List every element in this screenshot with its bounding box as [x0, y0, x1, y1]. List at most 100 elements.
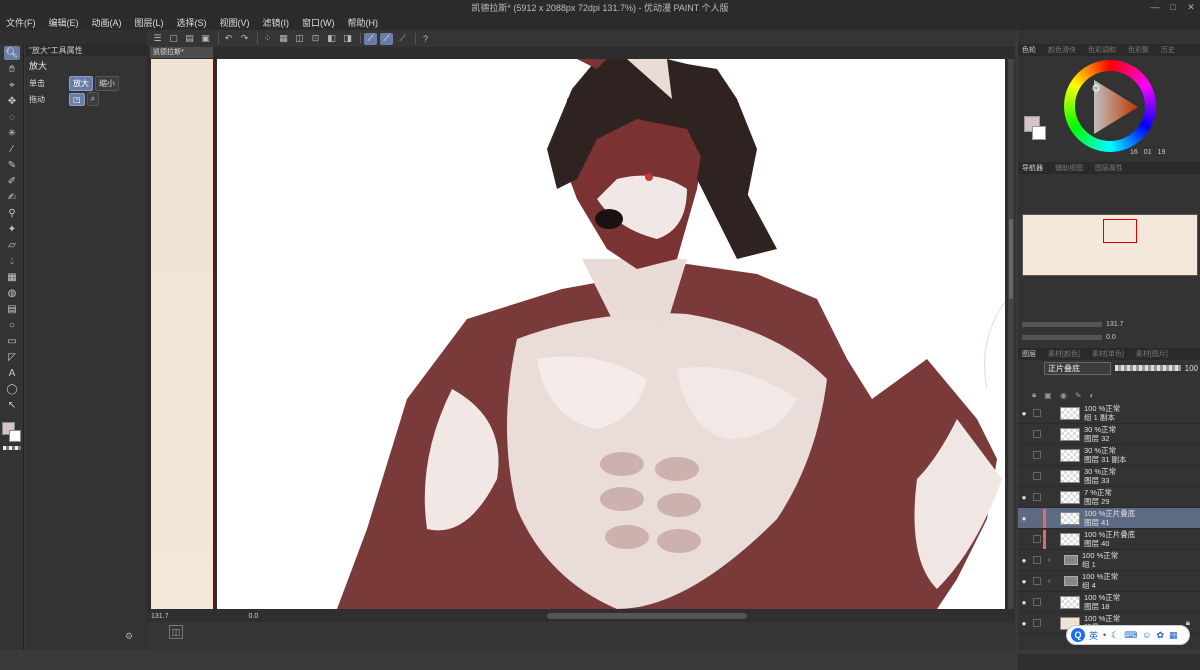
draft-icon[interactable]: ✎ [1075, 391, 1082, 400]
horizontal-scrollbar[interactable] [547, 613, 747, 619]
menu-filter[interactable]: 滤镜(I) [263, 16, 290, 29]
reverse-icon[interactable]: ◨ [341, 33, 354, 45]
navigator-view-box[interactable] [1103, 219, 1137, 243]
airbrush-icon[interactable]: ⚲ [4, 206, 20, 220]
visibility-eye-icon[interactable]: ● [1018, 556, 1030, 565]
tab-navigator[interactable]: 导航器 [1022, 163, 1043, 173]
ime-keyboard-icon[interactable]: ⌨ [1124, 630, 1137, 641]
layer-row[interactable]: 30 %正常 图层 33 [1018, 466, 1200, 487]
sub-color-swatch[interactable] [9, 430, 21, 442]
mask-icon[interactable]: ◐ [1090, 391, 1095, 400]
expand-folder-icon[interactable]: › [1048, 557, 1056, 564]
maximize-button[interactable]: □ [1164, 0, 1182, 14]
tool-property-tab[interactable]: "放大"工具属性 [25, 44, 147, 56]
ruler-tool-icon[interactable]: ◸ [4, 350, 20, 364]
document-tab[interactable]: 凯德拉斯* [150, 47, 213, 58]
transparent-swatch[interactable] [3, 446, 21, 450]
reference-icon[interactable]: ◉ [1060, 391, 1067, 400]
clear-icon[interactable]: ▦ [277, 33, 290, 45]
zoom-out-button[interactable]: 缩小 [95, 75, 119, 91]
deselect-icon[interactable]: ⁘ [261, 33, 274, 45]
frame-tool-icon[interactable]: ▭ [4, 334, 20, 348]
layer-folder-row[interactable]: ● › 100 %正常组 4 [1018, 571, 1200, 592]
rotation-readout[interactable]: 0.0 [249, 613, 259, 620]
tab-material-color[interactable]: 素材[颜色] [1048, 349, 1080, 359]
drag-mode-icon[interactable]: ◳ [69, 92, 85, 106]
menu-help[interactable]: 帮助(H) [348, 16, 379, 29]
ime-menu-icon[interactable]: ▦ [1169, 630, 1178, 641]
navigator-zoom-slider[interactable] [1022, 321, 1102, 327]
menu-animation[interactable]: 动画(A) [92, 16, 122, 29]
visibility-eye-icon[interactable]: ● [1018, 598, 1030, 607]
help-icon[interactable]: ? [419, 33, 432, 45]
expand-folder-icon[interactable]: › [1048, 578, 1056, 585]
open-file-icon[interactable]: ▤ [183, 33, 196, 45]
ime-toolbar[interactable]: Q 英 • ☾ ⌨ ☺ ✿ ▦ [1066, 625, 1190, 645]
crop-icon[interactable]: ⊡ [309, 33, 322, 45]
panel-settings-icon[interactable]: ⚙ [125, 631, 133, 642]
zoom-tool-icon[interactable]: 🔍︎ [4, 46, 20, 60]
text-tool-icon[interactable]: A [4, 366, 20, 380]
opacity-slider[interactable] [1114, 365, 1181, 371]
tab-material-mono[interactable]: 素材[单色] [1092, 349, 1124, 359]
menu-select[interactable]: 选择(S) [177, 16, 207, 29]
visibility-eye-icon[interactable]: ● [1018, 577, 1030, 586]
gradient-icon[interactable]: ▤ [4, 302, 20, 316]
balloon-tool-icon[interactable]: ◯ [4, 382, 20, 396]
operation-tool-icon[interactable]: ⌖ [4, 78, 20, 92]
undo-icon[interactable]: ↶ [222, 33, 235, 45]
tab-layer[interactable]: 图层 [1022, 349, 1036, 359]
drag-zoom-icon[interactable]: ⌕ [86, 92, 100, 106]
ime-language[interactable]: 英 [1089, 629, 1098, 642]
menu-icon[interactable]: ☰ [151, 33, 164, 45]
transform-icon[interactable]: ◫ [293, 33, 306, 45]
lock-icon[interactable]: 🔒︎ [1032, 390, 1036, 400]
edit-pen-icon[interactable] [1033, 514, 1041, 522]
zoom-readout[interactable]: 131.7 [151, 613, 169, 620]
ime-skin-icon[interactable]: ✿ [1156, 630, 1164, 641]
menu-layer[interactable]: 图层(L) [135, 16, 164, 29]
move-tool-icon[interactable]: ✥ [4, 94, 20, 108]
timeline-icon[interactable]: ◫ [169, 625, 183, 639]
lasso-tool-icon[interactable]: ◌ [4, 110, 20, 124]
fill-icon[interactable]: ◧ [325, 33, 338, 45]
ime-punctuation-icon[interactable]: • [1103, 630, 1106, 640]
layer-row[interactable]: 100 %正片叠底 图层 40 [1018, 529, 1200, 550]
drawing-canvas[interactable] [217, 59, 1005, 609]
menu-edit[interactable]: 编辑(E) [49, 16, 79, 29]
layer-row[interactable]: ● 7 %正常 图层 29 [1018, 487, 1200, 508]
tab-history[interactable]: 历史 [1161, 45, 1175, 55]
tab-color-set[interactable]: 色彩集 [1128, 45, 1149, 55]
magic-wand-icon[interactable]: ✳ [4, 126, 20, 140]
save-icon[interactable]: ▣ [199, 33, 212, 45]
tab-material-image[interactable]: 素材[图片] [1136, 349, 1168, 359]
tab-color-wheel[interactable]: 色轮 [1022, 45, 1036, 55]
blend-tool-icon[interactable]: 💧︎ [4, 254, 20, 268]
brush-tool-icon[interactable]: ✍︎ [4, 190, 20, 204]
snap-special-ruler-icon[interactable]: ⟋ [380, 32, 393, 45]
eyedropper-icon[interactable]: ⁄ [4, 142, 20, 156]
layer-row[interactable]: 30 %正常 图层 32 [1018, 424, 1200, 445]
pen-tool-icon[interactable]: ✎ [4, 158, 20, 172]
layer-row-selected[interactable]: ● 100 %正片叠底 图层 41 [1018, 508, 1200, 529]
new-file-icon[interactable]: ▢ [167, 33, 180, 45]
correct-line-icon[interactable]: ↖ [4, 398, 20, 412]
vertical-scroll-thumb[interactable] [1009, 219, 1013, 299]
tab-color-slider[interactable]: 颜色滑块 [1048, 45, 1076, 55]
pencil-tool-icon[interactable]: ✐ [4, 174, 20, 188]
hand-tool-icon[interactable]: ✋︎ [4, 62, 20, 76]
navigator-rotate-slider[interactable] [1022, 334, 1102, 340]
tab-sub-view[interactable]: 辅助视图 [1055, 163, 1083, 173]
blend-mode-select[interactable]: 正片叠底 [1044, 361, 1111, 375]
color-sub-swatch[interactable] [1032, 126, 1046, 140]
opacity-value[interactable]: 100 [1185, 364, 1198, 373]
tab-layer-property[interactable]: 图层属性 [1095, 163, 1123, 173]
layer-row[interactable]: 30 %正常 图层 31 副本 [1018, 445, 1200, 466]
layer-row[interactable]: ● 100 %正常 图层 18 [1018, 592, 1200, 613]
visibility-eye-icon[interactable]: ● [1018, 493, 1030, 502]
close-button[interactable]: ✕ [1182, 0, 1200, 14]
menu-file[interactable]: 文件(F) [6, 16, 36, 29]
redo-icon[interactable]: ↷ [238, 33, 251, 45]
navigator-thumbnail[interactable] [1022, 214, 1198, 276]
menu-view[interactable]: 视图(V) [220, 16, 250, 29]
